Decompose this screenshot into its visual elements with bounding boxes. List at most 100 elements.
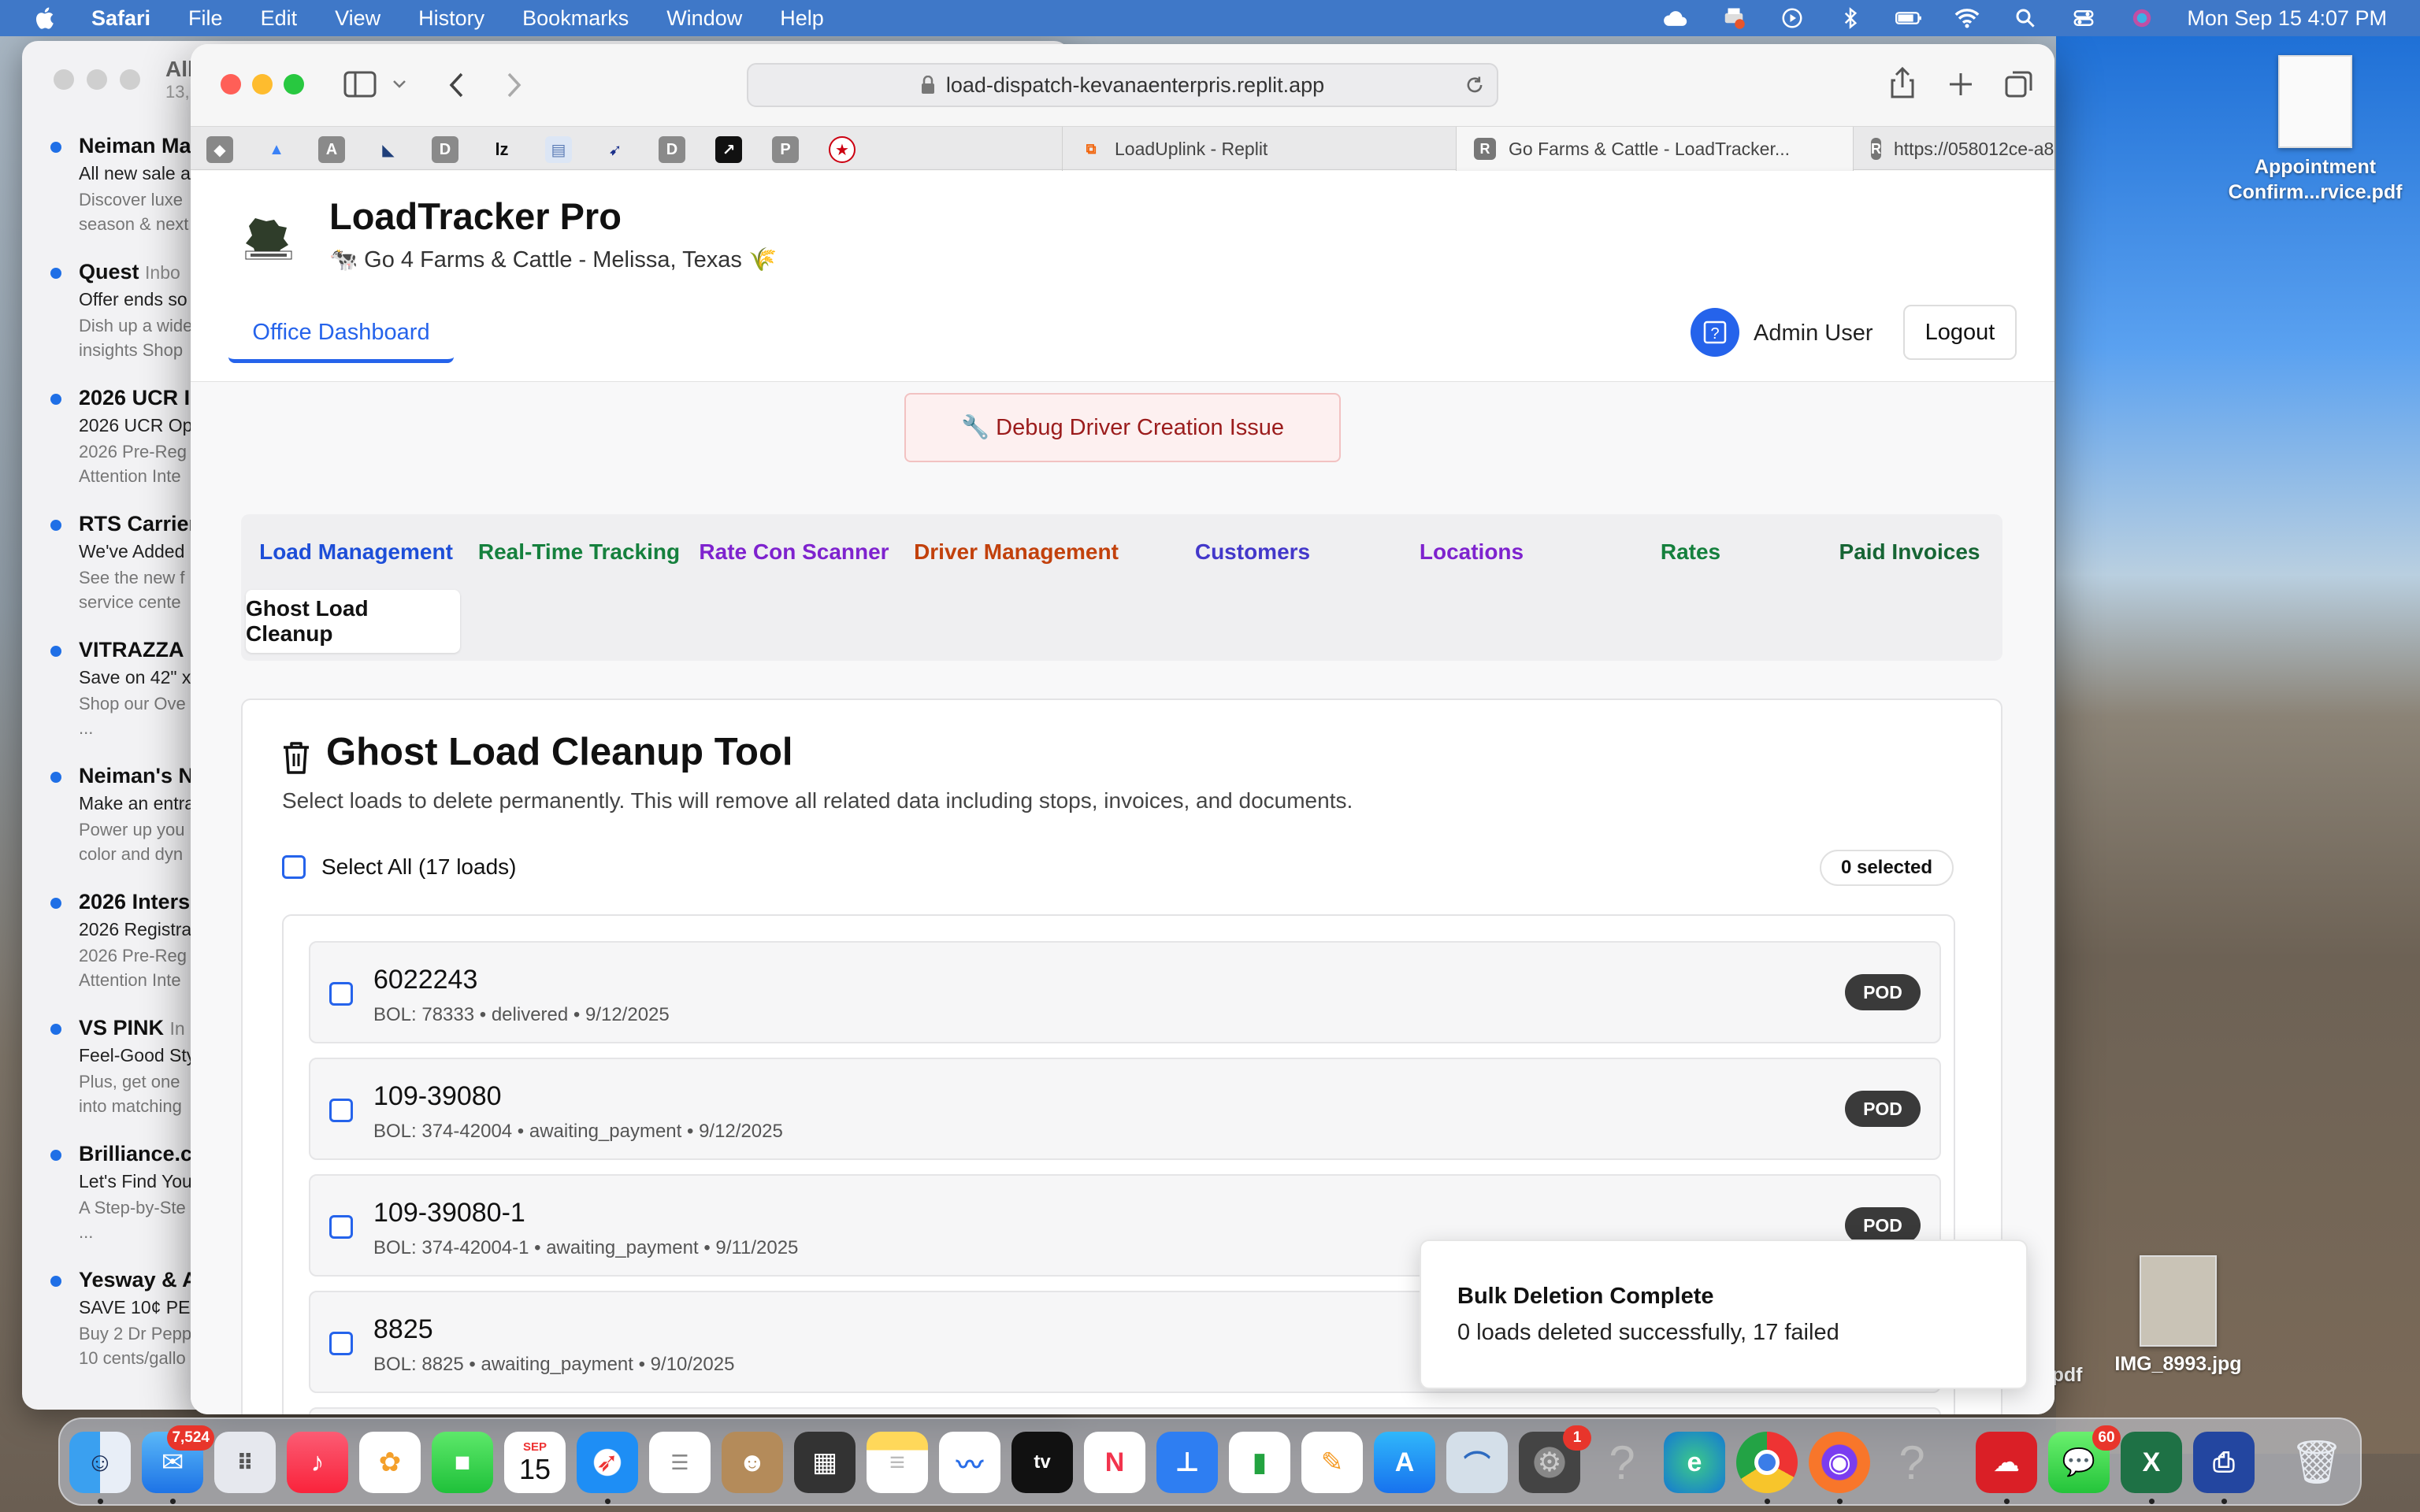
mail-list-item[interactable]: VITRAZZA Save on 42" x Shop our Ove...	[22, 632, 195, 758]
menu-help[interactable]: Help	[780, 6, 824, 31]
battery-icon[interactable]	[1895, 6, 1922, 30]
dock-news-icon[interactable]: N	[1084, 1432, 1145, 1493]
tab-load-management[interactable]: Load Management	[254, 532, 458, 573]
dock-music-icon[interactable]: ♪	[287, 1432, 348, 1493]
load-row[interactable]	[309, 1407, 1941, 1414]
share-icon[interactable]	[1889, 66, 1916, 99]
sidebar-toggle-icon[interactable]	[343, 71, 377, 98]
new-tab-icon[interactable]	[1947, 71, 1974, 98]
printer-alert-icon[interactable]	[1720, 6, 1747, 30]
dock-unknown-app-icon[interactable]: ?	[1591, 1432, 1653, 1493]
dock-reminders-icon[interactable]: ☰	[649, 1432, 711, 1493]
back-icon[interactable]	[447, 71, 466, 99]
desktop-file-image[interactable]: IMG_8993.jpg	[2111, 1255, 2245, 1376]
control-center-icon[interactable]	[2070, 6, 2097, 30]
zoom-icon[interactable]	[284, 74, 304, 94]
logout-button[interactable]: Logout	[1903, 305, 2017, 360]
debug-driver-button[interactable]: 🔧 Debug Driver Creation Issue	[904, 393, 1341, 462]
play-circle-icon[interactable]	[1779, 6, 1806, 30]
dock-settings-icon[interactable]: ⚙ 1	[1519, 1425, 1591, 1493]
dock-facetime-icon[interactable]: ■	[432, 1432, 493, 1493]
dock-freeform-icon[interactable]: 〰	[939, 1432, 1000, 1493]
toast-notification[interactable]: Bulk Deletion Complete 0 loads deleted s…	[1420, 1240, 2028, 1389]
bluetooth-icon[interactable]	[1837, 6, 1864, 30]
favorite-a-icon[interactable]: A	[318, 136, 345, 163]
menu-bookmarks[interactable]: Bookmarks	[522, 6, 629, 31]
zoom-icon[interactable]	[120, 69, 140, 90]
tab-office-dashboard[interactable]: Office Dashboard	[228, 306, 454, 363]
desktop-file-partial[interactable]: pdf	[2051, 1364, 2083, 1387]
mail-list-item[interactable]: Brilliance.c Let's Find You A Step-by-Ste.…	[22, 1136, 195, 1262]
favorite-chart-icon[interactable]: ↗	[715, 136, 742, 163]
mail-list-item[interactable]: RTS Carrier We've Added See the new f servi…	[22, 506, 197, 632]
dock-preview-icon[interactable]: ⌒	[1446, 1432, 1508, 1493]
dock-notes-icon[interactable]: ≡	[867, 1432, 928, 1493]
favorite-star-icon[interactable]: ★	[829, 136, 856, 163]
favorite-flag-icon[interactable]: ◣	[375, 136, 402, 163]
favorite-p-icon[interactable]: P	[772, 136, 799, 163]
dock-creative-cloud-icon[interactable]: ☁	[1976, 1432, 2037, 1504]
wifi-icon[interactable]	[1954, 6, 1980, 30]
mail-list-item[interactable]: VS PINK In Feel-Good Sty Plus, get one into…	[22, 1010, 195, 1136]
close-icon[interactable]	[221, 74, 241, 94]
search-icon[interactable]	[2012, 6, 2039, 30]
minimize-icon[interactable]	[87, 69, 107, 90]
dock-chrome-icon[interactable]	[1736, 1432, 1798, 1504]
dock-messages-icon[interactable]: 💬 60	[2048, 1425, 2121, 1493]
dock-pages-icon[interactable]: ✎	[1301, 1432, 1363, 1493]
mail-list-item[interactable]: Quest Inbo Offer ends so Dish up a wide ins…	[22, 254, 195, 380]
load-row[interactable]: 6022243 BOL: 78333 • delivered • 9/12/20…	[309, 941, 1941, 1043]
mail-list-item[interactable]: 2026 Inters 2026 Registra 2026 Pre-Reg Atte…	[22, 884, 195, 1010]
mail-list-item[interactable]: Neiman Ma All new sale a Discover luxe seas…	[22, 128, 195, 254]
dock-app-store-icon[interactable]: A	[1374, 1432, 1435, 1493]
load-row[interactable]: 109-39080 BOL: 374-42004 • awaiting_paym…	[309, 1058, 1941, 1160]
dock-mail-icon[interactable]: ✉ 7,524	[142, 1425, 214, 1504]
dock-calendar-icon[interactable]: SEP 15	[504, 1432, 566, 1493]
tab-customers[interactable]: Customers	[1150, 532, 1355, 573]
favorite-diamond-icon[interactable]: ◆	[206, 136, 233, 163]
menu-history[interactable]: History	[418, 6, 484, 31]
browser-tab-loaduplink[interactable]: ⧉ LoadUplink - Replit	[1062, 127, 1456, 171]
mail-list-item[interactable]: Neiman's N Make an entra Power up you color…	[22, 758, 195, 884]
close-icon[interactable]	[54, 69, 74, 90]
dock-calculator-icon[interactable]: ▦	[794, 1432, 856, 1493]
chevron-down-icon[interactable]	[392, 79, 406, 90]
dock-edge-icon[interactable]: e	[1664, 1432, 1725, 1493]
menubar-clock[interactable]: Mon Sep 15 4:07 PM	[2187, 6, 2387, 31]
icloud-icon[interactable]	[1662, 6, 1689, 30]
tab-ghost-load-cleanup[interactable]: Ghost Load Cleanup	[246, 590, 460, 653]
mail-list-item[interactable]: Yesway & A SAVE 10¢ PER Buy 2 Dr Pepp 10 ce…	[22, 1262, 203, 1388]
mail-list-item[interactable]: 2026 UCR I 2026 UCR Op 2026 Pre-Reg Attenti…	[22, 380, 195, 506]
dock-printer-icon[interactable]: ⎙	[2193, 1432, 2255, 1504]
menu-view[interactable]: View	[335, 6, 380, 31]
tab-real-time-tracking[interactable]: Real-Time Tracking	[470, 532, 689, 573]
minimize-icon[interactable]	[252, 74, 273, 94]
tab-driver-management[interactable]: Driver Management	[904, 532, 1128, 573]
menu-file[interactable]: File	[188, 6, 223, 31]
dock-trash-icon[interactable]: 🗑	[2286, 1432, 2348, 1493]
load-checkbox[interactable]	[329, 1215, 353, 1239]
reload-icon[interactable]	[1464, 74, 1486, 96]
dock-photos-icon[interactable]: ✿	[359, 1432, 421, 1493]
dock-unknown-app-icon[interactable]: ?	[1881, 1432, 1943, 1493]
dock-keynote-icon[interactable]: ⊥	[1156, 1432, 1218, 1493]
menu-edit[interactable]: Edit	[261, 6, 298, 31]
tab-rate-con-scanner[interactable]: Rate Con Scanner	[692, 532, 896, 573]
tab-overview-icon[interactable]	[2004, 69, 2034, 99]
dock-numbers-icon[interactable]: ▮	[1229, 1432, 1290, 1493]
dock-tv-icon[interactable]: tv	[1011, 1432, 1073, 1493]
dock-contacts-icon[interactable]: ☻	[722, 1432, 783, 1493]
favorite-rocket-icon[interactable]: ▲	[263, 136, 290, 163]
forward-icon[interactable]	[504, 71, 523, 99]
dock-safari-icon[interactable]: ➶	[577, 1432, 638, 1504]
load-checkbox[interactable]	[329, 982, 353, 1006]
tab-locations[interactable]: Locations	[1369, 532, 1574, 573]
select-all-control[interactable]: Select All (17 loads)	[282, 854, 516, 880]
menu-app-safari[interactable]: Safari	[91, 6, 150, 31]
tab-paid-invoices[interactable]: Paid Invoices	[1807, 532, 2012, 573]
load-checkbox[interactable]	[329, 1099, 353, 1122]
favorite-doc-icon[interactable]: ▤	[545, 136, 572, 163]
desktop-file-pdf[interactable]: Appointment Confirm...rvice.pdf	[2220, 55, 2411, 205]
menu-window[interactable]: Window	[666, 6, 742, 31]
tab-rates[interactable]: Rates	[1588, 532, 1793, 573]
